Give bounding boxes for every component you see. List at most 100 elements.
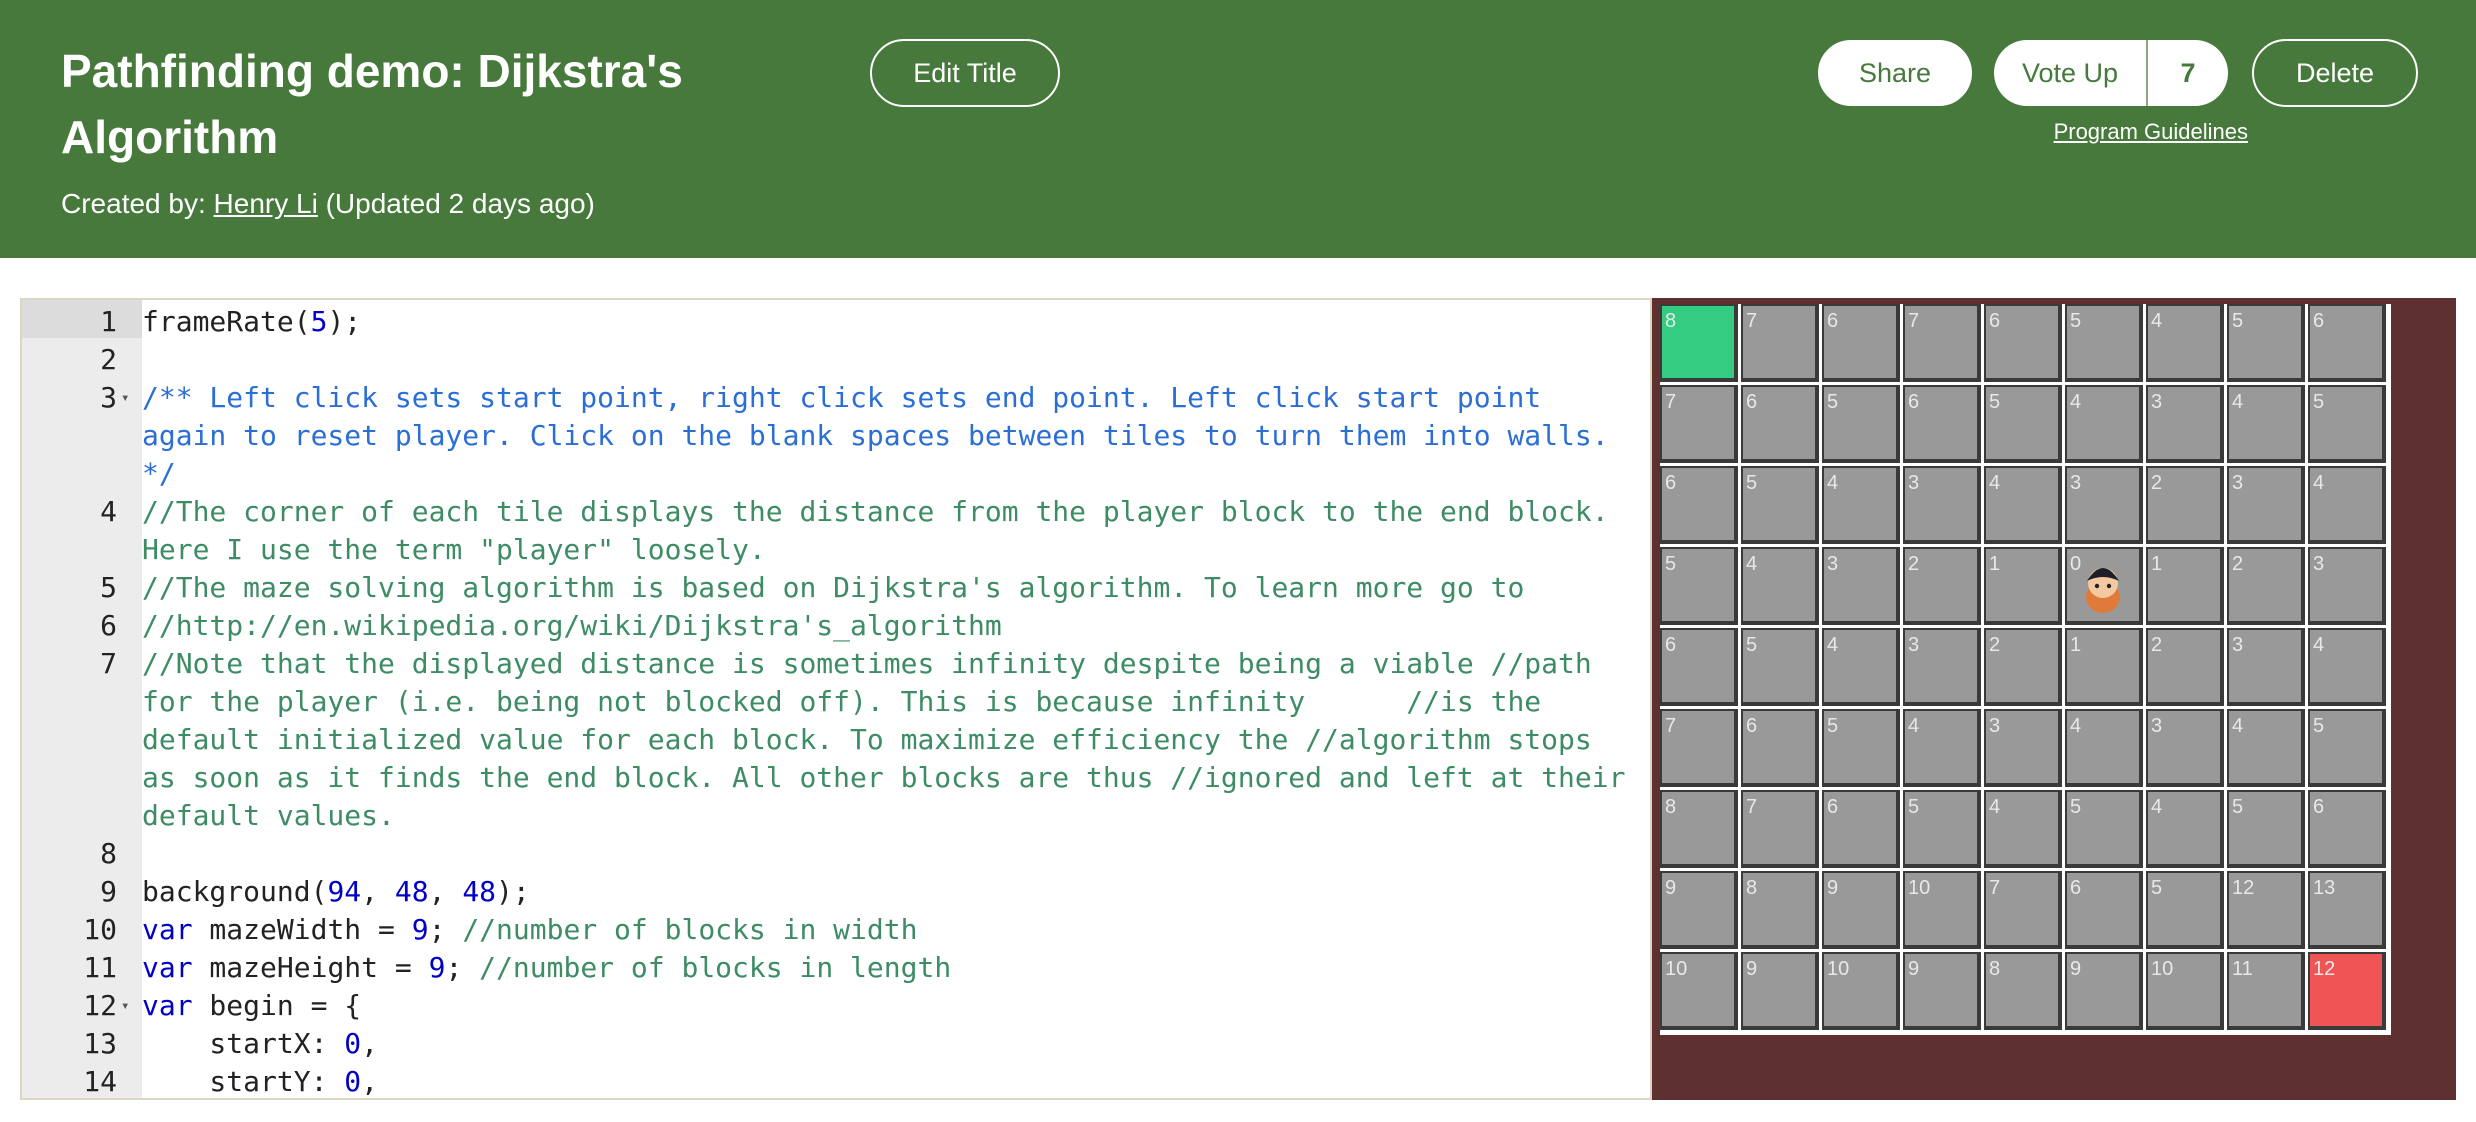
maze-tile[interactable]: 5 — [1741, 628, 1819, 706]
maze-tile[interactable]: 4 — [2146, 304, 2224, 382]
fold-arrow-icon[interactable]: ▾ — [117, 987, 142, 1025]
maze-tile[interactable]: 7 — [1741, 790, 1819, 868]
maze-tile[interactable]: 6 — [2065, 871, 2143, 949]
maze-tile[interactable]: 2 — [2227, 547, 2305, 625]
maze-tile[interactable]: 3 — [1822, 547, 1900, 625]
maze-tile[interactable]: 6 — [1984, 304, 2062, 382]
maze-tile[interactable]: 2 — [1903, 547, 1981, 625]
maze-tile[interactable]: 4 — [2227, 709, 2305, 787]
maze-tile[interactable]: 12 — [2308, 952, 2386, 1030]
maze-tile[interactable]: 5 — [1660, 547, 1738, 625]
maze-tile[interactable]: 9 — [1822, 871, 1900, 949]
tile-distance-label: 3 — [1908, 472, 1919, 494]
maze-tile[interactable]: 5 — [1741, 466, 1819, 544]
maze-tile[interactable]: 4 — [1984, 790, 2062, 868]
maze-tile[interactable]: 8 — [1660, 304, 1738, 382]
program-canvas[interactable]: 8767654567656543456543432345432101236543… — [1652, 298, 2456, 1100]
maze-tile[interactable]: 5 — [2065, 790, 2143, 868]
maze-tile[interactable]: 5 — [1903, 790, 1981, 868]
maze-tile[interactable]: 6 — [1741, 709, 1819, 787]
maze-tile[interactable]: 12 — [2227, 871, 2305, 949]
maze-tile[interactable]: 6 — [1741, 385, 1819, 463]
code-line: again to reset player. Click on the blan… — [142, 419, 1609, 452]
maze-tile[interactable]: 5 — [2227, 304, 2305, 382]
code-line: 13 startX: 0, — [22, 1025, 1650, 1063]
tile-distance-label: 7 — [1665, 715, 1676, 737]
maze-tile[interactable]: 4 — [1822, 466, 1900, 544]
maze-tile[interactable]: 3 — [2065, 466, 2143, 544]
maze-tile[interactable]: 13 — [2308, 871, 2386, 949]
maze-tile[interactable]: 4 — [1903, 709, 1981, 787]
maze-tile[interactable]: 10 — [2146, 952, 2224, 1030]
maze-tile[interactable]: 9 — [1903, 952, 1981, 1030]
maze-tile[interactable]: 9 — [2065, 952, 2143, 1030]
maze-tile[interactable]: 11 — [2227, 952, 2305, 1030]
maze-tile[interactable]: 3 — [2308, 547, 2386, 625]
maze-tile[interactable]: 2 — [1984, 628, 2062, 706]
maze-tile[interactable]: 10 — [1660, 952, 1738, 1030]
tile-distance-label: 6 — [1827, 310, 1838, 332]
maze-grid[interactable]: 8 7 6 7 6 5 4 5 67 6 5 6 5 4 3 4 56 5 4 3 4 3 2 3 45 4 3 2 1 0 1 2 36 5 4 3… — [1652, 298, 2456, 1100]
maze-tile[interactable]: 6 — [1660, 628, 1738, 706]
edit-title-button[interactable]: Edit Title — [870, 39, 1060, 107]
maze-tile[interactable]: 8 — [1984, 952, 2062, 1030]
maze-tile[interactable]: 4 — [1984, 466, 2062, 544]
tile-distance-label: 10 — [1827, 958, 1849, 980]
program-guidelines-link[interactable]: Program Guidelines — [2054, 119, 2248, 145]
maze-tile[interactable]: 7 — [1984, 871, 2062, 949]
maze-tile[interactable]: 5 — [2308, 709, 2386, 787]
tile-distance-label: 4 — [1827, 634, 1838, 656]
delete-button[interactable]: Delete — [2252, 39, 2418, 107]
maze-tile[interactable]: 3 — [1984, 709, 2062, 787]
maze-tile[interactable]: 3 — [2227, 466, 2305, 544]
maze-tile[interactable]: 7 — [1660, 385, 1738, 463]
maze-tile[interactable]: 5 — [1822, 385, 1900, 463]
maze-tile[interactable]: 4 — [1822, 628, 1900, 706]
maze-tile[interactable]: 8 — [1741, 871, 1819, 949]
maze-tile[interactable]: 5 — [2308, 385, 2386, 463]
maze-tile[interactable]: 6 — [1903, 385, 1981, 463]
maze-tile[interactable]: 7 — [1741, 304, 1819, 382]
maze-tile[interactable]: 9 — [1660, 871, 1738, 949]
maze-tile[interactable]: 4 — [2308, 628, 2386, 706]
vote-up-button[interactable]: Vote Up — [1994, 40, 2148, 106]
share-button[interactable]: Share — [1818, 40, 1972, 106]
maze-tile[interactable]: 7 — [1903, 304, 1981, 382]
tile-distance-label: 9 — [1827, 877, 1838, 899]
maze-tile[interactable]: 4 — [2308, 466, 2386, 544]
maze-tile[interactable]: 5 — [1822, 709, 1900, 787]
maze-tile[interactable]: 4 — [2065, 709, 2143, 787]
maze-tile[interactable]: 2 — [2146, 466, 2224, 544]
maze-tile[interactable]: 10 — [1822, 952, 1900, 1030]
maze-tile[interactable]: 3 — [2227, 628, 2305, 706]
fold-arrow-icon[interactable]: ▾ — [117, 379, 142, 417]
maze-tile[interactable]: 6 — [2308, 790, 2386, 868]
tile-distance-label: 6 — [1827, 796, 1838, 818]
maze-tile[interactable]: 3 — [2146, 709, 2224, 787]
maze-tile[interactable]: 2 — [2146, 628, 2224, 706]
maze-tile[interactable]: 5 — [2146, 871, 2224, 949]
maze-tile[interactable]: 1 — [2146, 547, 2224, 625]
maze-tile[interactable]: 6 — [1822, 790, 1900, 868]
maze-tile[interactable]: 1 — [1984, 547, 2062, 625]
maze-tile[interactable]: 7 — [1660, 709, 1738, 787]
author-link[interactable]: Henry Li — [214, 188, 318, 219]
maze-tile[interactable]: 10 — [1903, 871, 1981, 949]
maze-tile[interactable]: 6 — [1660, 466, 1738, 544]
maze-tile[interactable]: 8 — [1660, 790, 1738, 868]
code-editor[interactable]: 1 frameRate(5); 2 3 ▾/** Left click sets s… — [20, 298, 1652, 1100]
maze-tile[interactable]: 6 — [1822, 304, 1900, 382]
maze-tile[interactable]: 6 — [2308, 304, 2386, 382]
maze-tile[interactable]: 5 — [1984, 385, 2062, 463]
maze-tile[interactable]: 4 — [2146, 790, 2224, 868]
maze-tile[interactable]: 5 — [2227, 790, 2305, 868]
maze-tile[interactable]: 3 — [1903, 466, 1981, 544]
maze-tile[interactable]: 5 — [2065, 304, 2143, 382]
maze-tile[interactable]: 3 — [2146, 385, 2224, 463]
maze-tile[interactable]: 4 — [1741, 547, 1819, 625]
maze-tile[interactable]: 4 — [2227, 385, 2305, 463]
maze-tile[interactable]: 1 — [2065, 628, 2143, 706]
maze-tile[interactable]: 4 — [2065, 385, 2143, 463]
maze-tile[interactable]: 3 — [1903, 628, 1981, 706]
maze-tile[interactable]: 9 — [1741, 952, 1819, 1030]
